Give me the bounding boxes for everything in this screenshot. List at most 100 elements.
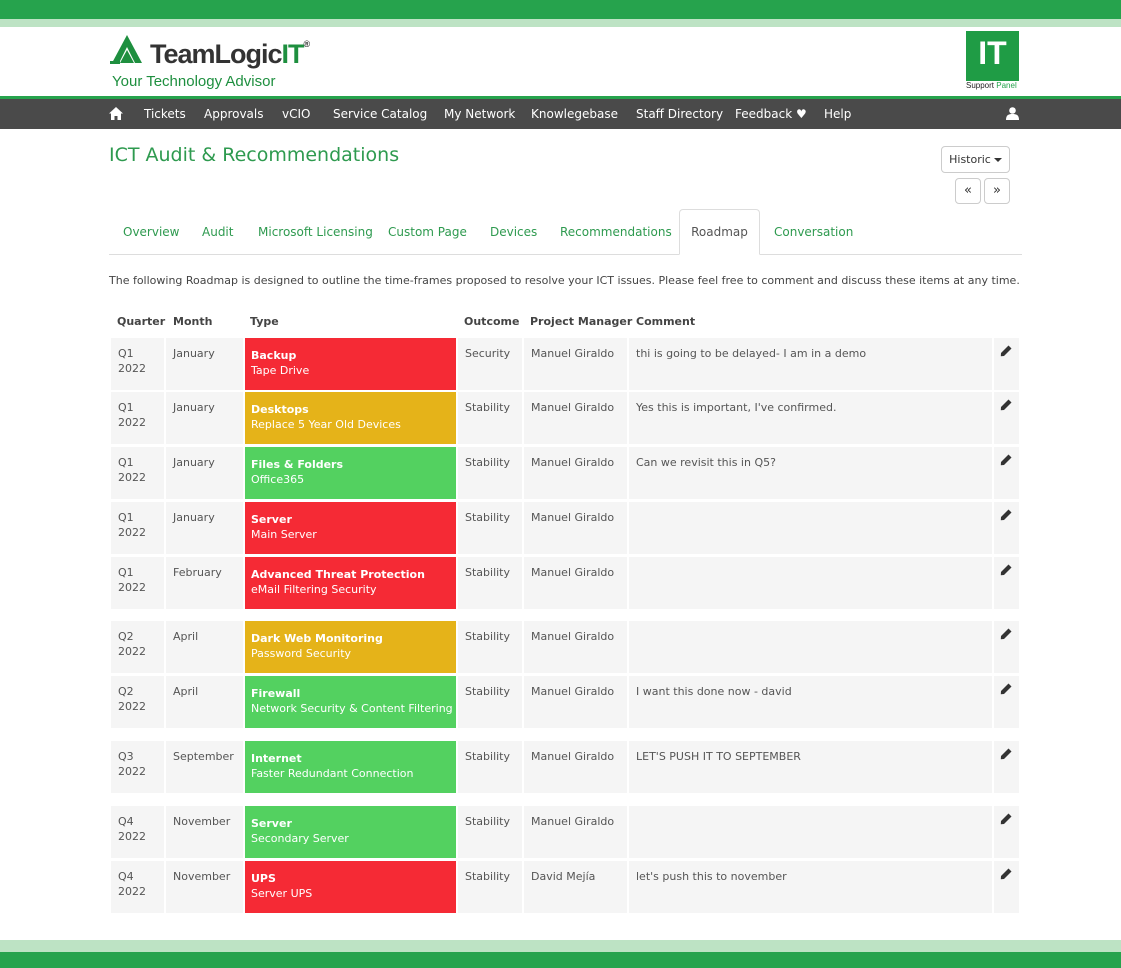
manager-cell: Manuel Giraldo [524, 676, 627, 728]
type-cell: UPS Server UPS [245, 861, 456, 913]
quarter-label: Q3 [118, 750, 134, 763]
support-panel-label: Support Panel [966, 81, 1019, 90]
user-icon[interactable] [1006, 107, 1019, 120]
year-label: 2022 [118, 885, 146, 898]
caret-down-icon [993, 158, 1002, 162]
month-cell: January [166, 502, 243, 554]
month-cell: February [166, 557, 243, 609]
top-brand-strip-light [0, 19, 1121, 27]
type-item: Main Server [251, 528, 317, 541]
edit-cell [994, 806, 1019, 858]
year-label: 2022 [118, 700, 146, 713]
manager-cell: Manuel Giraldo [524, 741, 627, 793]
year-label: 2022 [118, 765, 146, 778]
next-button[interactable]: » [984, 178, 1010, 204]
outcome-cell: Stability [458, 741, 522, 793]
edit-cell [994, 557, 1019, 609]
nav-help[interactable]: Help [824, 99, 851, 129]
type-cell: Desktops Replace 5 Year Old Devices [245, 392, 456, 444]
tab-overview[interactable]: Overview [123, 210, 180, 254]
tab-audit[interactable]: Audit [202, 210, 233, 254]
comment-cell [629, 557, 992, 609]
tab-conversation[interactable]: Conversation [774, 210, 853, 254]
type-item: Network Security & Content Filtering [251, 702, 453, 715]
pencil-icon[interactable] [1000, 868, 1012, 880]
historic-label: Historic [949, 153, 991, 166]
top-brand-strip [0, 0, 1121, 19]
type-cell: Server Secondary Server [245, 806, 456, 858]
edit-cell [994, 502, 1019, 554]
pencil-icon[interactable] [1000, 683, 1012, 695]
month-cell: January [166, 447, 243, 499]
nav-vcio[interactable]: vCIO [282, 99, 310, 129]
pencil-icon[interactable] [1000, 454, 1012, 466]
pencil-icon[interactable] [1000, 564, 1012, 576]
year-label: 2022 [118, 471, 146, 484]
outcome-cell: Stability [458, 447, 522, 499]
quarter-cell: Q4 2022 [111, 806, 164, 858]
type-category: Internet [251, 752, 302, 765]
tab-roadmap[interactable]: Roadmap [679, 209, 760, 255]
page-title: ICT Audit & Recommendations [109, 144, 400, 166]
comment-cell [629, 502, 992, 554]
pencil-icon[interactable] [1000, 509, 1012, 521]
nav-staff-directory[interactable]: Staff Directory [636, 99, 723, 129]
type-category: UPS [251, 872, 276, 885]
type-cell: Dark Web Monitoring Password Security [245, 621, 456, 673]
month-cell: January [166, 392, 243, 444]
pencil-icon[interactable] [1000, 748, 1012, 760]
type-item: Faster Redundant Connection [251, 767, 414, 780]
type-category: Server [251, 817, 292, 830]
type-item: Server UPS [251, 887, 313, 900]
outcome-cell: Stability [458, 502, 522, 554]
nav-approvals[interactable]: Approvals [204, 99, 264, 129]
manager-cell: Manuel Giraldo [524, 502, 627, 554]
comment-cell: thi is going to be delayed- I am in a de… [629, 338, 992, 390]
type-category: Desktops [251, 403, 309, 416]
home-icon[interactable] [109, 107, 123, 120]
historic-dropdown-button[interactable]: Historic [941, 146, 1010, 173]
pencil-icon[interactable] [1000, 345, 1012, 357]
type-category: Files & Folders [251, 458, 344, 471]
teamlogic-logo[interactable]: TeamLogicIT® Your Technology Advisor [110, 33, 330, 93]
nav-knowledgebase[interactable]: Knowlegebase [531, 99, 618, 129]
comment-cell [629, 806, 992, 858]
tab-recommendations[interactable]: Recommendations [560, 210, 672, 254]
bottom-brand-strip [0, 952, 1121, 968]
quarter-cell: Q1 2022 [111, 392, 164, 444]
quarter-cell: Q2 2022 [111, 676, 164, 728]
comment-cell: Can we revisit this in Q5? [629, 447, 992, 499]
type-cell: Files & Folders Office365 [245, 447, 456, 499]
tab-devices[interactable]: Devices [490, 210, 537, 254]
month-cell: January [166, 338, 243, 390]
quarter-label: Q1 [118, 401, 134, 414]
pencil-icon[interactable] [1000, 813, 1012, 825]
month-cell: November [166, 806, 243, 858]
column-header-type: Type [250, 315, 279, 328]
manager-cell: Manuel Giraldo [524, 806, 627, 858]
nav-my-network[interactable]: My Network [444, 99, 515, 129]
pencil-icon[interactable] [1000, 399, 1012, 411]
manager-cell: Manuel Giraldo [524, 557, 627, 609]
quarter-label: Q2 [118, 685, 134, 698]
quarter-label: Q2 [118, 630, 134, 643]
type-cell: Server Main Server [245, 502, 456, 554]
quarter-label: Q1 [118, 347, 134, 360]
nav-tickets[interactable]: Tickets [144, 99, 186, 129]
type-category: Advanced Threat Protection [251, 568, 425, 581]
logo-tagline: Your Technology Advisor [112, 73, 276, 90]
year-label: 2022 [118, 830, 146, 843]
type-category: Firewall [251, 687, 301, 700]
edit-cell [994, 741, 1019, 793]
previous-button[interactable]: « [955, 178, 981, 204]
quarter-cell: Q1 2022 [111, 338, 164, 390]
year-label: 2022 [118, 416, 146, 429]
outcome-cell: Stability [458, 676, 522, 728]
edit-cell [994, 392, 1019, 444]
nav-service-catalog[interactable]: Service Catalog [333, 99, 427, 129]
tab-microsoft-licensing[interactable]: Microsoft Licensing [258, 210, 373, 254]
outcome-cell: Stability [458, 557, 522, 609]
pencil-icon[interactable] [1000, 628, 1012, 640]
tab-custom-page[interactable]: Custom Page [388, 210, 467, 254]
nav-feedback[interactable]: Feedback ♥ [735, 99, 807, 129]
